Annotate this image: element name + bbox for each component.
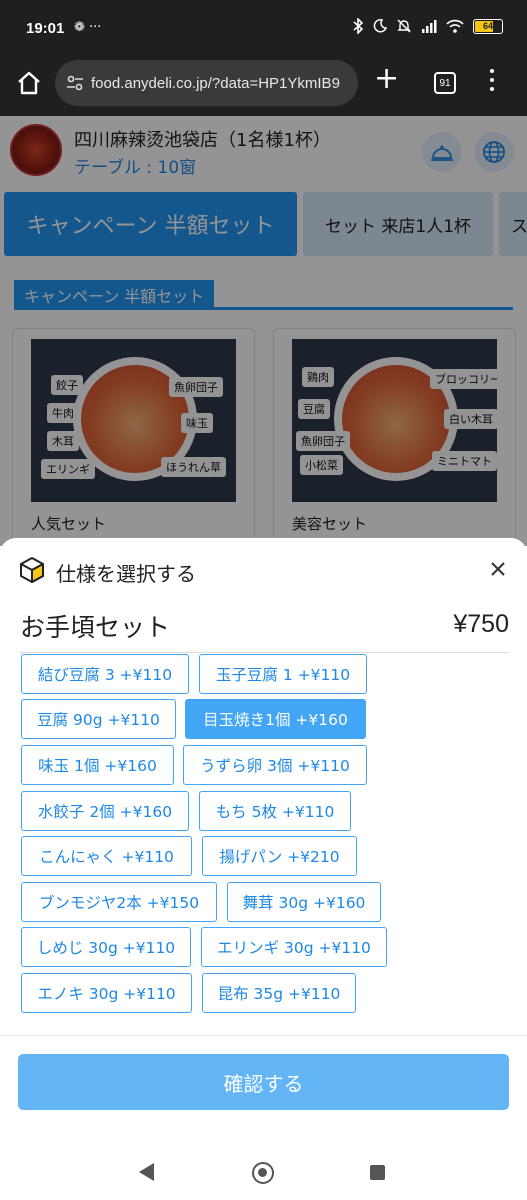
tab-count: 91 xyxy=(439,77,451,89)
option-button[interactable]: こんにゃく +¥110 xyxy=(21,836,192,876)
browser-toolbar: food.anydeli.co.jp/?data=HP1YkmIB9 + 91 xyxy=(0,56,527,116)
box-icon xyxy=(20,557,44,583)
option-button[interactable]: うずら卵 3個 +¥110 xyxy=(183,745,367,785)
confirm-button[interactable]: 確認する xyxy=(18,1054,509,1110)
option-button[interactable]: ブンモジヤ2本 +¥150 xyxy=(21,882,217,922)
selected-product-price: ¥750 xyxy=(453,610,509,638)
recents-icon[interactable] xyxy=(370,1165,385,1180)
option-button[interactable]: 昆布 35g +¥110 xyxy=(202,973,356,1013)
option-button[interactable]: 玉子豆腐 1 +¥110 xyxy=(199,654,367,694)
home-icon[interactable] xyxy=(16,70,42,96)
bluetooth-icon xyxy=(353,18,364,34)
option-button[interactable]: エリンギ 30g +¥110 xyxy=(201,927,387,967)
wifi-icon xyxy=(446,19,464,33)
browser-menu-button[interactable] xyxy=(490,69,494,91)
battery-level: 64 xyxy=(482,21,493,31)
spec-selection-sheet: 仕様を選択する お手頃セット ¥750 結び豆腐 3 +¥110 玉子豆腐 1 … xyxy=(0,538,527,1133)
moon-icon xyxy=(373,19,387,33)
option-button[interactable]: エノキ 30g +¥110 xyxy=(21,973,192,1013)
option-button[interactable]: もち 5枚 +¥110 xyxy=(199,791,351,831)
close-button[interactable] xyxy=(487,560,509,582)
address-bar[interactable]: food.anydeli.co.jp/?data=HP1YkmIB9 xyxy=(55,60,358,106)
sheet-title: 仕様を選択する xyxy=(56,562,196,586)
option-button[interactable]: 結び豆腐 3 +¥110 xyxy=(21,654,189,694)
url-text: food.anydeli.co.jp/?data=HP1YkmIB9 xyxy=(91,74,340,92)
status-time: 19:01 xyxy=(26,20,65,37)
mute-icon xyxy=(397,19,411,33)
modal-backdrop[interactable] xyxy=(0,116,527,546)
option-button[interactable]: しめじ 30g +¥110 xyxy=(21,927,191,967)
signal-icon xyxy=(422,20,437,33)
home-nav-icon[interactable] xyxy=(252,1162,274,1184)
status-bar: 19:01 ❁ ··· 64 xyxy=(0,0,527,56)
notification-icons: ❁ ··· xyxy=(74,20,102,35)
selected-product-name: お手頃セット xyxy=(20,613,171,642)
divider xyxy=(20,652,508,653)
option-button[interactable]: 豆腐 90g +¥110 xyxy=(21,699,176,739)
sheet-footer: 確認する xyxy=(0,1035,527,1133)
site-settings-icon[interactable] xyxy=(65,73,85,93)
tab-switcher-button[interactable]: 91 xyxy=(434,72,456,94)
option-button[interactable]: 水餃子 2個 +¥160 xyxy=(21,791,189,831)
new-tab-button[interactable]: + xyxy=(374,64,399,94)
option-button-selected[interactable]: 目玉焼き1個 +¥160 xyxy=(185,699,366,739)
option-button[interactable]: 揚げパン +¥210 xyxy=(202,836,357,876)
back-icon[interactable] xyxy=(139,1163,154,1181)
system-nav-bar xyxy=(0,1133,527,1200)
option-button[interactable]: 舞茸 30g +¥160 xyxy=(227,882,381,922)
battery-icon: 64 xyxy=(473,18,503,34)
close-icon xyxy=(491,562,505,576)
option-button[interactable]: 味玉 1個 +¥160 xyxy=(21,745,174,785)
status-right-icons: 64 xyxy=(352,18,503,34)
